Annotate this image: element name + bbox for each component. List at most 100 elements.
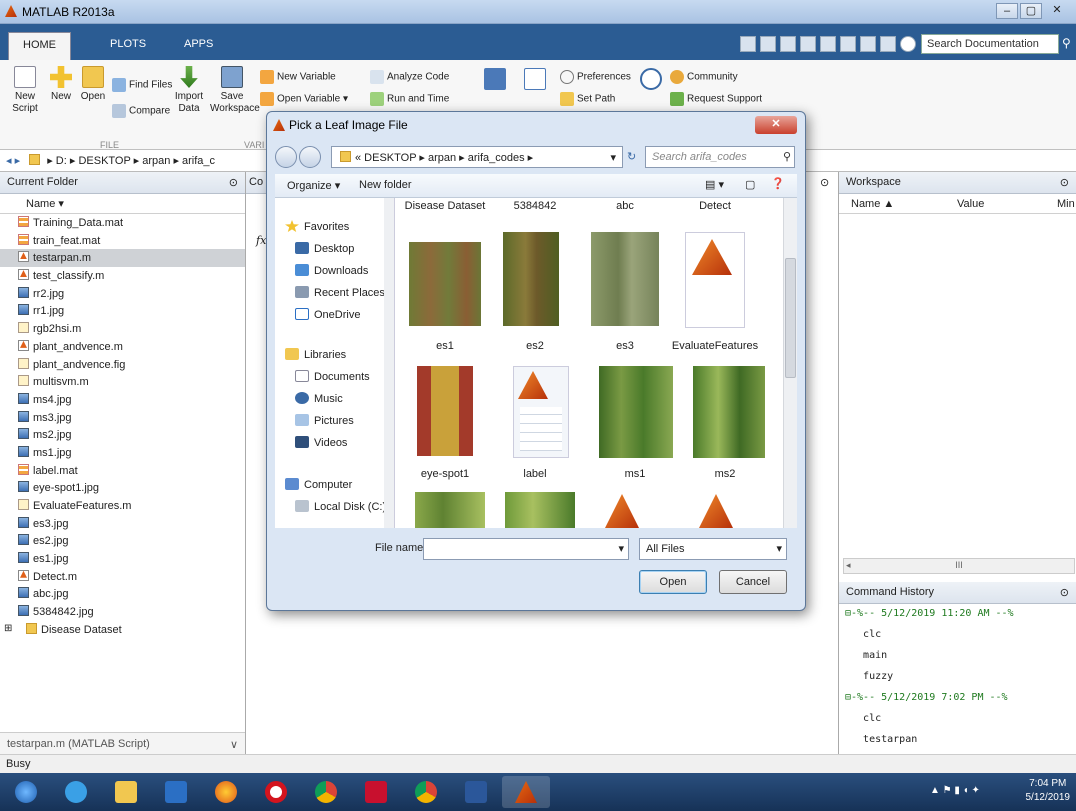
- file-label-abc[interactable]: abc: [575, 200, 675, 212]
- thumb-es2-leaf-image[interactable]: [503, 232, 559, 326]
- simulink-icon[interactable]: [484, 68, 506, 90]
- file-label-eye-spot1[interactable]: eye-spot1: [395, 468, 495, 480]
- file-list-item[interactable]: ms2.jpg: [0, 426, 245, 444]
- community-button[interactable]: Community: [670, 70, 738, 84]
- file-label-ms1[interactable]: ms1: [585, 468, 685, 480]
- word-icon[interactable]: [452, 776, 500, 808]
- request-support-button[interactable]: Request Support: [670, 92, 762, 106]
- file-list-item[interactable]: 5384842.jpg: [0, 603, 245, 621]
- back-forward-icon[interactable]: ◂ ▸: [6, 155, 20, 167]
- thumb-partial-leaf-image-1[interactable]: [415, 492, 485, 528]
- command-window-menu-icon[interactable]: ⊙: [820, 176, 829, 189]
- thumb-partial-mfile-1[interactable]: [601, 492, 649, 528]
- thumb-evaluatefeatures-mfile[interactable]: [685, 232, 745, 328]
- search-icon[interactable]: ⚲: [1062, 36, 1071, 50]
- nav-pictures[interactable]: Pictures: [295, 414, 354, 427]
- thumb-eye-spot1-leaf-image[interactable]: [417, 366, 473, 456]
- help-question-icon[interactable]: [640, 68, 662, 90]
- chevron-down-icon[interactable]: ∨: [230, 738, 238, 751]
- new-folder-button[interactable]: New folder: [359, 179, 412, 191]
- nav-favorites[interactable]: Favorites: [285, 220, 349, 233]
- history-entry[interactable]: ⊟-%-- 5/12/2019 7:02 PM --%: [839, 688, 1076, 709]
- chevron-down-icon[interactable]: ▾: [618, 542, 624, 555]
- qat-paste-icon[interactable]: [800, 36, 816, 52]
- file-label-5384842[interactable]: 5384842: [485, 200, 585, 212]
- maximize-button[interactable]: ▢: [1020, 3, 1042, 19]
- nav-recent-places[interactable]: Recent Places: [295, 286, 385, 299]
- layout-icon[interactable]: [524, 68, 546, 90]
- search-documentation-input[interactable]: Search Documentation: [921, 34, 1059, 54]
- nav-music[interactable]: Music: [295, 392, 343, 405]
- file-type-select[interactable]: All Files ▾: [639, 538, 787, 560]
- file-list-item[interactable]: ms1.jpg: [0, 444, 245, 462]
- panel-menu-icon[interactable]: ⊙: [1060, 176, 1069, 189]
- file-label-evaluatefeatures[interactable]: EvaluateFeatures: [665, 340, 765, 352]
- back-icon[interactable]: [275, 146, 297, 168]
- file-name-input[interactable]: ▾: [423, 538, 629, 560]
- file-list-item[interactable]: es2.jpg: [0, 532, 245, 550]
- nav-onedrive[interactable]: OneDrive: [295, 308, 360, 321]
- file-list-item[interactable]: rr1.jpg: [0, 302, 245, 320]
- search-icon[interactable]: ⚲: [783, 150, 791, 163]
- ie-icon[interactable]: [52, 776, 100, 808]
- file-list-item[interactable]: train_feat.mat: [0, 232, 245, 250]
- dialog-path-bar[interactable]: « DESKTOP ▸ arpan ▸ arifa_codes ▸ ▾: [331, 146, 623, 168]
- help-icon[interactable]: [900, 36, 916, 52]
- file-label-detect[interactable]: Detect: [665, 200, 765, 212]
- qat-copy-icon[interactable]: [780, 36, 796, 52]
- thumb-ms1-leaf-image[interactable]: [599, 366, 673, 458]
- file-label-label[interactable]: label: [485, 468, 585, 480]
- history-entry[interactable]: main: [839, 646, 1076, 667]
- close-window-button[interactable]: ✕: [1046, 3, 1068, 19]
- thumb-partial-mfile-2[interactable]: [695, 492, 743, 528]
- tab-apps[interactable]: APPS: [170, 32, 227, 60]
- refresh-icon[interactable]: ↻: [627, 150, 636, 163]
- scrollbar-thumb[interactable]: [785, 258, 796, 378]
- expand-icon[interactable]: ⊞: [4, 623, 12, 634]
- column-header-name[interactable]: Name ▲: [851, 198, 894, 210]
- file-list-item[interactable]: testarpan.m: [0, 249, 245, 268]
- history-entry[interactable]: ⊟-%-- 5/12/2019 11:20 AM --%: [839, 604, 1076, 625]
- file-label-es2[interactable]: es2: [485, 340, 585, 352]
- qat-switch-icon[interactable]: [860, 36, 876, 52]
- analyze-code-button[interactable]: Analyze Code: [370, 70, 449, 84]
- system-clock[interactable]: 7:04 PM 5/12/2019: [1026, 777, 1071, 805]
- nav-videos[interactable]: Videos: [295, 436, 347, 449]
- file-list-item[interactable]: ⊞ Disease Dataset: [0, 621, 245, 639]
- thumb-ms2-leaf-image[interactable]: [693, 366, 765, 458]
- qat-save-icon[interactable]: [740, 36, 756, 52]
- view-options-icon[interactable]: ▤ ▾: [705, 178, 724, 191]
- start-button[interactable]: [2, 776, 50, 808]
- file-list-item[interactable]: Detect.m: [0, 568, 245, 586]
- column-header-name[interactable]: Name ▾: [0, 194, 245, 214]
- tray-icons[interactable]: ▲ ⚑ ▮ ◖ ✦: [930, 785, 980, 796]
- tab-home[interactable]: HOME: [8, 32, 71, 60]
- address-path[interactable]: ▸ D: ▸ DESKTOP ▸ arpan ▸ arifa_c: [47, 155, 215, 167]
- qat-undo-icon[interactable]: [820, 36, 836, 52]
- file-list-item[interactable]: ms3.jpg: [0, 409, 245, 427]
- dialog-search-input[interactable]: Search arifa_codes: [645, 146, 795, 168]
- file-explorer-icon[interactable]: [102, 776, 150, 808]
- nav-local-disk[interactable]: Local Disk (C:): [295, 500, 386, 513]
- panel-menu-icon[interactable]: ⊙: [1060, 586, 1069, 599]
- import-data-button[interactable]: Import Data: [172, 66, 206, 115]
- outlook-icon[interactable]: [152, 776, 200, 808]
- nav-documents[interactable]: Documents: [295, 370, 370, 383]
- file-list-item[interactable]: ms4.jpg: [0, 391, 245, 409]
- dialog-close-button[interactable]: ✕: [755, 116, 797, 134]
- history-entry[interactable]: clc: [839, 709, 1076, 730]
- history-entry[interactable]: testarpan: [839, 730, 1076, 751]
- nav-desktop[interactable]: Desktop: [295, 242, 354, 255]
- chrome-icon-2[interactable]: [402, 776, 450, 808]
- workspace-hscrollbar[interactable]: ◂ III: [843, 558, 1075, 574]
- matlab-task-icon[interactable]: [502, 776, 550, 808]
- tab-plots[interactable]: PLOTS: [96, 32, 160, 60]
- new-button[interactable]: New: [46, 66, 76, 103]
- thumb-es1-leaf-image[interactable]: [409, 242, 481, 326]
- file-label-es3[interactable]: es3: [575, 340, 675, 352]
- panel-menu-icon[interactable]: ⊙: [229, 176, 238, 189]
- qat-redo-icon[interactable]: [840, 36, 856, 52]
- history-entry[interactable]: fuzzy: [839, 667, 1076, 688]
- cancel-button[interactable]: Cancel: [719, 570, 787, 594]
- file-list-item[interactable]: rgb2hsi.m: [0, 320, 245, 338]
